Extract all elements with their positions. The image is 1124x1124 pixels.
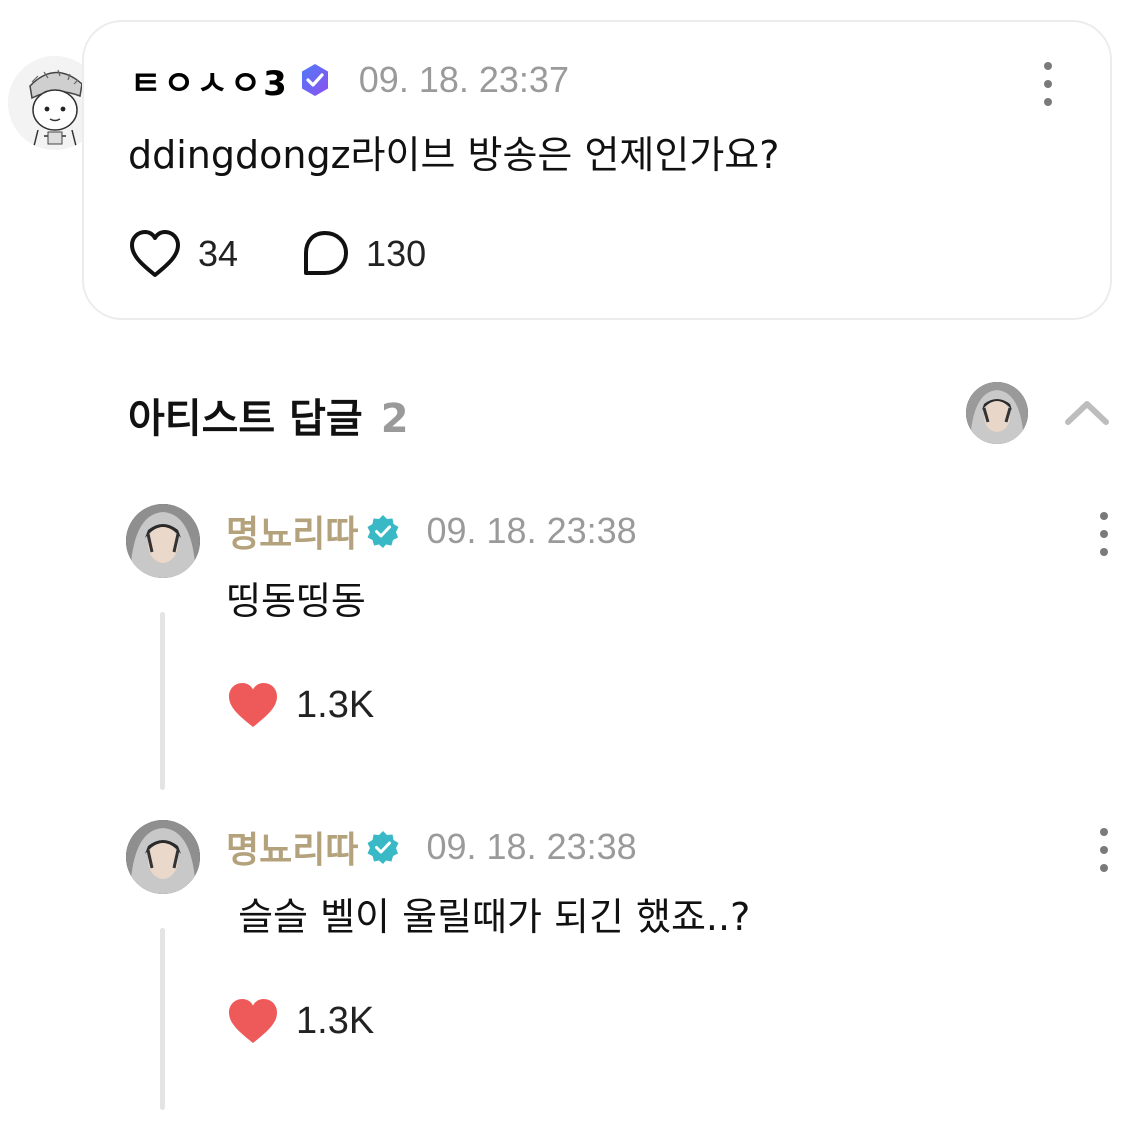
reply-timestamp: 09. 18. 23:38 xyxy=(426,510,637,551)
artist-photo-icon xyxy=(966,382,1028,444)
post-comment-button[interactable]: 130 xyxy=(300,229,426,279)
artist-replies-count: 2 xyxy=(380,396,409,442)
verified-badge-icon xyxy=(301,64,328,96)
thread-line xyxy=(160,928,165,1110)
reply-header: 명뇨리따 09. 18. 23:38 xyxy=(226,505,637,557)
post-timestamp: 09. 18. 23:37 xyxy=(358,59,569,100)
reply-text: 띵동띵동 xyxy=(226,579,366,623)
reply-more-icon[interactable] xyxy=(1098,512,1110,556)
reply-artist-avatar[interactable] xyxy=(126,504,200,578)
post-text: ddingdongz라이브 방송은 언제인가요? xyxy=(128,133,780,177)
artist-photo-icon xyxy=(126,504,200,578)
heart-filled-icon xyxy=(229,999,277,1043)
post-like-count: 34 xyxy=(198,233,239,274)
reply-like-count: 1.3K xyxy=(296,999,375,1042)
artist-replies-header: 아티스트 답글 2 xyxy=(128,386,409,444)
collapse-replies-button[interactable] xyxy=(1062,394,1112,430)
page: ㅌㅇㅅㅇ3 09. 18. 23:37 ddingdongz라이브 방송은 언제… xyxy=(0,0,1124,1124)
post-actions: 34 130 xyxy=(128,228,426,280)
heart-outline-icon xyxy=(130,230,180,277)
reply-like-count: 1.3K xyxy=(296,683,375,726)
artist-replies-title: 아티스트 답글 xyxy=(128,396,363,442)
reply-timestamp: 09. 18. 23:38 xyxy=(426,826,637,867)
artist-reply: 명뇨리따 09. 18. 23:38 띵동띵동 1.3K xyxy=(0,504,1124,794)
reply-header: 명뇨리따 09. 18. 23:38 xyxy=(226,821,637,873)
post-header: ㅌㅇㅅㅇ3 09. 18. 23:37 xyxy=(130,56,569,105)
reply-like-button[interactable]: 1.3K xyxy=(226,996,374,1046)
reply-more-icon[interactable] xyxy=(1098,828,1110,872)
reply-artist-avatar[interactable] xyxy=(126,820,200,894)
post-comment-count: 130 xyxy=(366,233,427,274)
post-like-button[interactable]: 34 xyxy=(128,228,238,280)
reply-like-button[interactable]: 1.3K xyxy=(226,680,374,730)
artist-photo-icon xyxy=(126,820,200,894)
post-author-name[interactable]: ㅌㅇㅅㅇ3 xyxy=(130,56,289,105)
chevron-up-icon xyxy=(1065,401,1109,425)
verified-badge-icon xyxy=(367,515,399,548)
thread-line xyxy=(160,612,165,790)
reply-artist-name[interactable]: 명뇨리따 xyxy=(226,821,358,873)
post-more-icon[interactable] xyxy=(1042,62,1054,106)
artist-reply: 명뇨리따 09. 18. 23:38 슬슬 벨이 울릴때가 되긴 했죠..? 1… xyxy=(0,820,1124,1110)
speech-bubble-icon xyxy=(304,231,349,275)
verified-badge-icon xyxy=(367,831,399,864)
heart-filled-icon xyxy=(229,683,277,727)
reply-artist-name[interactable]: 명뇨리따 xyxy=(226,505,358,557)
reply-text: 슬슬 벨이 울릴때가 되긴 했죠..? xyxy=(226,895,751,939)
artist-avatar[interactable] xyxy=(966,382,1028,444)
